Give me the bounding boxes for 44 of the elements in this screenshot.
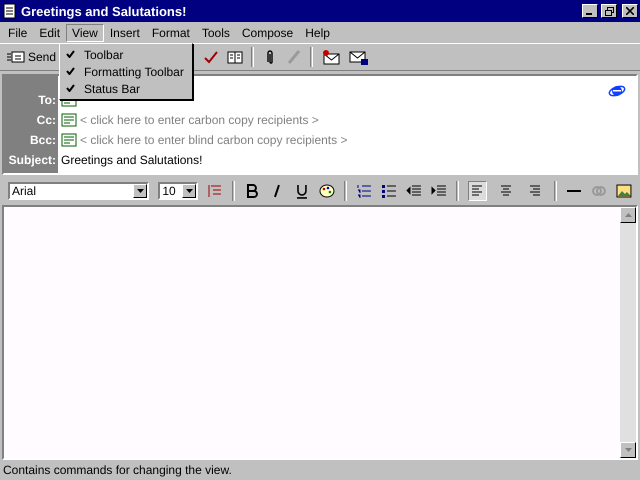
dropdown-arrow-icon[interactable] bbox=[186, 189, 193, 193]
dropdown-arrow-icon[interactable] bbox=[136, 189, 144, 193]
address-book-icon[interactable] bbox=[227, 49, 244, 65]
recipient-field[interactable]: < click here to enter blind carbon copy recipients > bbox=[80, 133, 348, 147]
numbered-list-icon[interactable] bbox=[356, 183, 372, 199]
send-button[interactable]: Send bbox=[4, 48, 60, 66]
image-icon[interactable] bbox=[616, 183, 632, 199]
menu-item[interactable]: Compose bbox=[236, 24, 300, 42]
recipient-field[interactable]: < click here to enter carbon copy recipients > bbox=[80, 113, 319, 127]
menu-entry[interactable]: Toolbar bbox=[60, 46, 192, 63]
address-card-icon bbox=[61, 132, 77, 148]
palette-icon[interactable] bbox=[318, 183, 335, 199]
paragraph-style-icon[interactable] bbox=[207, 183, 224, 199]
field-label: Cc: bbox=[36, 112, 57, 129]
field-label: Bcc: bbox=[28, 132, 57, 149]
font-select[interactable]: Arial bbox=[8, 182, 150, 200]
subject-field[interactable]: Greetings and Salutations! bbox=[61, 153, 202, 167]
menu-item[interactable]: View bbox=[66, 24, 104, 42]
window-title: Greetings and Salutations! bbox=[21, 4, 188, 18]
bold-icon[interactable] bbox=[244, 183, 260, 199]
minimize-button[interactable] bbox=[582, 4, 598, 18]
locked-envelope-icon[interactable] bbox=[349, 49, 370, 65]
send-icon bbox=[7, 51, 25, 63]
menu-item[interactable]: Insert bbox=[104, 24, 146, 42]
field-label: To: bbox=[37, 92, 57, 109]
bullet-list-icon[interactable] bbox=[380, 183, 397, 199]
field-label: Subject: bbox=[8, 152, 57, 169]
document-icon bbox=[2, 3, 18, 19]
status-text: Contains commands for changing the view. bbox=[3, 463, 232, 477]
close-icon bbox=[626, 7, 634, 15]
menu-item[interactable]: Tools bbox=[196, 24, 236, 42]
spell-check-icon[interactable] bbox=[203, 49, 220, 65]
close-button[interactable] bbox=[622, 4, 638, 18]
menu-item[interactable]: File bbox=[2, 24, 34, 42]
menu-entry[interactable]: Formatting Toolbar bbox=[60, 63, 192, 80]
address-card-icon bbox=[61, 112, 77, 128]
size-select[interactable]: 10 bbox=[158, 182, 198, 200]
restore-button[interactable] bbox=[601, 4, 617, 18]
menu-item[interactable]: Edit bbox=[33, 24, 66, 42]
menu-item[interactable]: Format bbox=[146, 24, 196, 42]
signed-envelope-icon[interactable] bbox=[321, 49, 342, 65]
menu-entry[interactable]: Status Bar bbox=[60, 80, 192, 97]
restore-icon bbox=[604, 6, 614, 16]
menu-item[interactable]: Help bbox=[299, 24, 336, 42]
